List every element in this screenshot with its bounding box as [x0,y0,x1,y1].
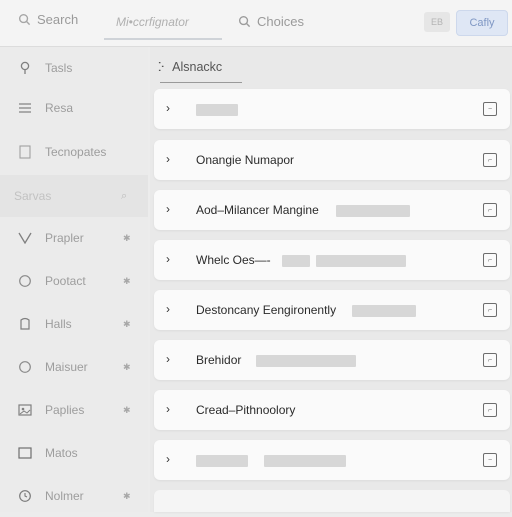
sidebar-item-label: Tecnopates [45,145,107,159]
placeholder-text [256,355,356,367]
pin-icon[interactable]: ✱ [123,233,131,244]
chevron-right-icon[interactable]: › [166,152,170,166]
sidebar-item-label: Tasls [45,61,73,75]
placeholder-text [282,255,310,267]
sidebar-item-label: Nolmer [45,489,84,503]
image-icon [16,401,34,419]
sidebar-item-label: Prapler [45,231,84,245]
segment-tab[interactable]: Mi•ccrfignator [104,8,222,40]
top-toolbar: Search Mi•ccrfignator Choices EB Cafly [0,0,512,47]
search-field[interactable]: Search [18,12,78,27]
chevron-right-icon[interactable]: › [166,352,170,366]
pin-icon[interactable]: ✱ [123,319,131,330]
pin-icon [16,59,34,77]
sidebar-item-label: Paplies [45,403,85,417]
chevron-right-icon[interactable]: › [166,101,170,115]
placeholder-text [196,455,248,467]
pin-icon[interactable]: ✱ [123,491,131,502]
sidebar-item-matos[interactable]: Matos [0,432,148,474]
sidebar-item-tasls[interactable]: Tasls [0,47,148,89]
sidebar-item-prapler[interactable]: Prapler ✱ [0,217,148,259]
sidebar-item-label: Matos [45,446,78,460]
minus-icon[interactable]: − [483,102,497,116]
secondary-button[interactable]: EB [424,12,450,32]
circle-icon [16,272,34,290]
list-item-label: Onangie Numapor [196,153,295,167]
comment-icon[interactable]: ⌐ [483,403,497,417]
placeholder-text [196,104,238,116]
comment-icon[interactable]: ⌐ [483,153,497,167]
sidebar-item-maisuer[interactable]: Maisuer ✱ [0,346,148,388]
pin-icon[interactable]: ✱ [123,405,131,416]
main-panel: ⴾ Alsnackc › − › Onangie Numapor ⌐ › Aod… [150,47,512,512]
pin-icon[interactable]: ✱ [123,362,131,373]
search-icon [238,15,251,28]
sidebar-item-pootact[interactable]: Pootact ✱ [0,260,148,302]
list-item-label: Cread–Pithnoolory [196,403,296,417]
pin-icon[interactable]: ✱ [123,276,131,287]
chevron-right-icon[interactable]: › [166,402,170,416]
list-icon [16,99,34,117]
list-item[interactable]: › − [154,440,510,480]
breadcrumb[interactable]: ⴾ Alsnackc [158,59,223,75]
sidebar-item-resa[interactable]: Resa [0,87,148,129]
chevron-right-icon[interactable]: › [166,202,170,216]
choices-label: Choices [257,14,304,29]
chevron-v-icon [16,229,34,247]
sidebar-item-halls[interactable]: Halls ✱ [0,303,148,345]
comment-icon[interactable]: ⌐ [483,303,497,317]
placeholder-text [264,455,346,467]
sidebar-item-label: Halls [45,317,72,331]
clock-icon [16,487,34,505]
comment-icon[interactable]: ⌐ [483,253,497,267]
comment-icon[interactable]: ⌐ [483,203,497,217]
sidebar-item-label: Pootact [45,274,86,288]
search-label: Search [37,12,79,27]
circle-icon [16,358,34,376]
breadcrumb-underline [160,82,242,83]
tag-icon [16,315,34,333]
placeholder-text [352,305,416,317]
list-item[interactable]: › Aod–Milancer Mangine ⌐ [154,190,510,230]
sidebar-item-label: Maisuer [45,360,88,374]
list-item[interactable]: › Cread–Pithnoolory ⌐ [154,390,510,430]
comment-icon[interactable]: ⌐ [483,353,497,367]
segment-tab-label: Mi•ccrfignator [116,15,189,29]
list-item[interactable]: › Whelc Oes—- ⌐ [154,240,510,280]
list-item-label: Destoncany Eengironently [196,303,337,317]
primary-button[interactable]: Cafly [456,10,508,36]
minus-icon[interactable]: − [483,453,497,467]
breadcrumb-label: Alsnackc [172,59,223,74]
list-item-label: Whelc Oes—- [196,253,271,267]
template-icon [16,143,34,161]
sidebar-item-tecnopates[interactable]: Tecnopates [0,131,148,173]
choices-search[interactable]: Choices [238,14,304,29]
list-item-label: Aod–Milancer Mangine [196,203,319,217]
placeholder-text [336,205,410,217]
list-item[interactable]: › Brehidor ⌐ [154,340,510,380]
list-item[interactable]: › Onangie Numapor ⌐ [154,140,510,180]
back-chevron-icon[interactable]: ⴾ [158,59,164,74]
chevron-right-icon[interactable]: › [166,452,170,466]
list-item[interactable]: › Destoncany Eengironently ⌐ [154,290,510,330]
search-icon [18,13,31,26]
sidebar-item-sarvas[interactable]: Sarvas ⌕ [0,175,148,217]
list-item[interactable] [154,490,510,512]
pin-icon[interactable]: ⌕ [121,190,127,203]
chevron-right-icon[interactable]: › [166,302,170,316]
list-item[interactable]: › − [154,89,510,129]
sidebar-item-label: Resa [45,101,74,115]
sidebar: Tasls Resa Tecnopates Sarvas ⌕ Prapler ✱… [0,47,148,512]
list-item-label: Brehidor [196,353,242,367]
placeholder-text [316,255,406,267]
sidebar-item-paplies[interactable]: Paplies ✱ [0,389,148,431]
chevron-right-icon[interactable]: › [166,252,170,266]
sidebar-item-label: Sarvas [14,189,52,203]
card-icon [16,444,34,462]
sidebar-item-nolmer[interactable]: Nolmer ✱ [0,475,148,517]
